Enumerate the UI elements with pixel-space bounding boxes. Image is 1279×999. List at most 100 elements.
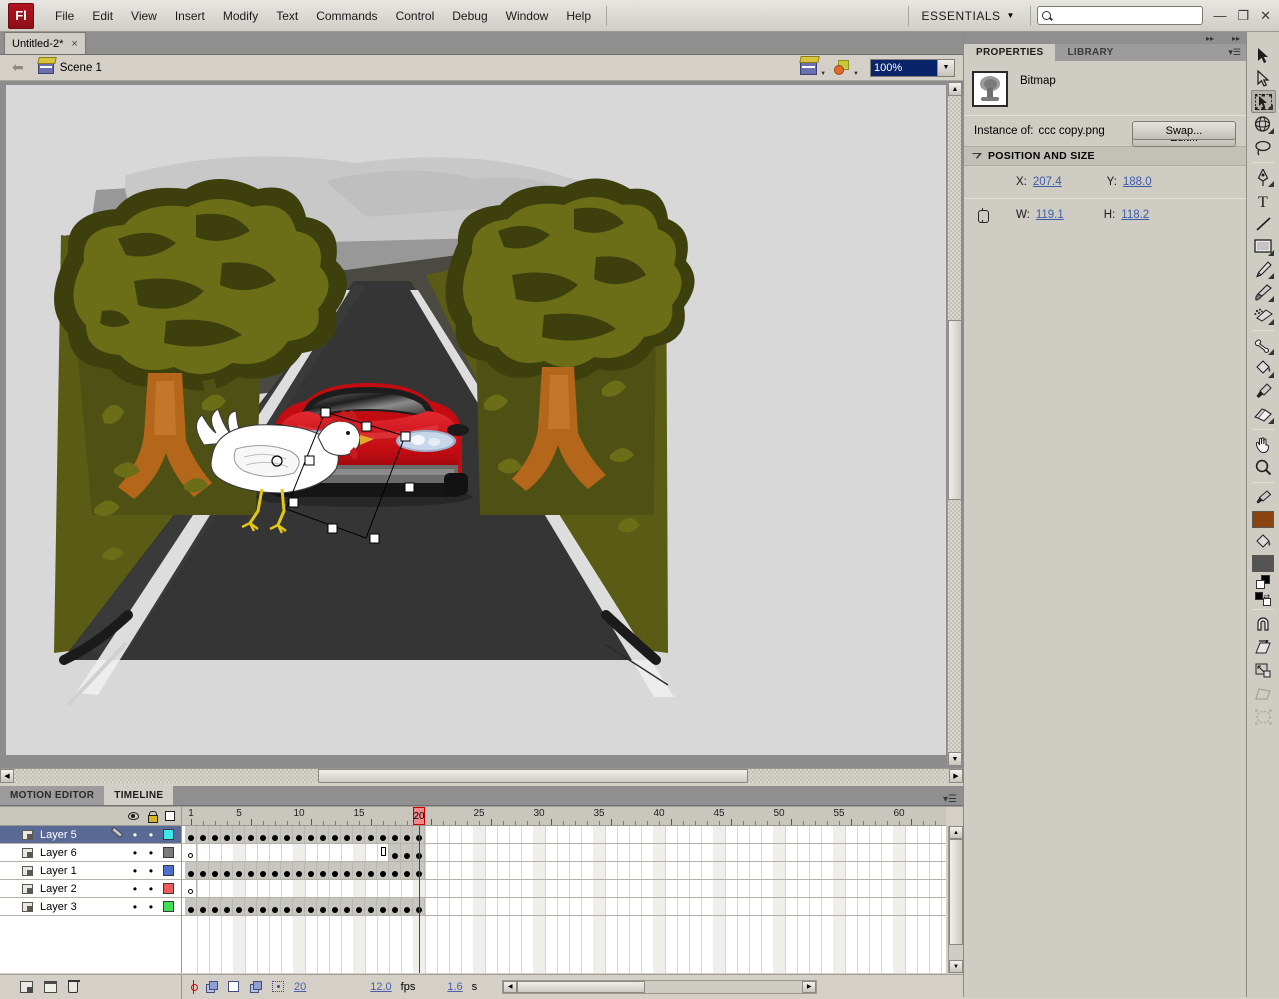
tool-options-triangle-icon[interactable] <box>1267 128 1274 134</box>
layer-outline-color-swatch[interactable] <box>163 847 174 858</box>
frame-cell[interactable] <box>281 862 293 879</box>
layer-row[interactable]: Layer 3 • • <box>0 898 181 916</box>
frame-cell[interactable] <box>341 898 353 915</box>
scroll-down-icon[interactable]: ▼ <box>949 960 963 973</box>
timeline-tab-timeline[interactable]: TIMELINE <box>104 786 174 805</box>
current-frame-value[interactable]: 20 <box>294 981 306 993</box>
frame-cell[interactable] <box>401 844 413 861</box>
frame-row[interactable] <box>182 898 946 916</box>
free-transform-tool[interactable] <box>1250 90 1276 113</box>
layer-name-label[interactable]: Layer 6 <box>40 847 110 859</box>
zoom-level-value[interactable]: 100% <box>871 59 937 76</box>
layer-outline-color-swatch[interactable] <box>163 829 174 840</box>
menu-item-modify[interactable]: Modify <box>214 5 267 27</box>
frame-cell[interactable] <box>389 844 401 861</box>
rectangle-tool[interactable] <box>1251 235 1276 258</box>
layer-visibility-toggle[interactable]: • <box>127 847 143 859</box>
snap-to-objects-icon[interactable] <box>1251 613 1276 636</box>
chevron-down-icon[interactable]: ▼ <box>1007 11 1025 20</box>
lasso-tool[interactable] <box>1251 136 1276 159</box>
menu-item-help[interactable]: Help <box>557 5 600 27</box>
frame-row[interactable] <box>182 844 946 862</box>
onion-skin-outline-icon[interactable] <box>228 980 241 993</box>
document-tab[interactable]: Untitled-2* × <box>4 32 86 54</box>
frame-cell[interactable] <box>353 826 365 843</box>
layer-lock-toggle[interactable]: • <box>143 901 159 913</box>
pen-tool[interactable] <box>1251 166 1276 189</box>
brush-tool[interactable] <box>1251 281 1276 304</box>
back-arrow-icon[interactable]: ⬅ <box>12 59 24 76</box>
frame-cell[interactable] <box>305 898 317 915</box>
text-tool[interactable]: T <box>1251 189 1276 212</box>
close-button[interactable]: ✕ <box>1260 9 1271 22</box>
position-and-size-section-header[interactable]: POSITION AND SIZE <box>964 146 1246 166</box>
frame-cell[interactable] <box>305 862 317 879</box>
layer-lock-toggle[interactable]: • <box>143 883 159 895</box>
timeline-tab-motion-editor[interactable]: MOTION EDITOR <box>0 786 105 805</box>
frame-cell[interactable] <box>209 826 221 843</box>
frame-cell[interactable] <box>269 898 281 915</box>
scroll-down-icon[interactable]: ▼ <box>948 752 962 766</box>
frame-row[interactable] <box>182 826 946 844</box>
frame-cell[interactable] <box>221 898 233 915</box>
layer-outline-color-swatch[interactable] <box>163 901 174 912</box>
layer-visibility-toggle[interactable]: • <box>127 883 143 895</box>
scroll-thumb[interactable] <box>517 980 646 993</box>
menu-item-debug[interactable]: Debug <box>443 5 496 27</box>
playhead-marker[interactable]: 20 <box>413 807 425 825</box>
frame-cell[interactable] <box>221 862 233 879</box>
frame-cell[interactable] <box>185 880 197 897</box>
frame-cell[interactable] <box>185 898 197 915</box>
layer-name-label[interactable]: Layer 1 <box>40 865 110 877</box>
tool-options-triangle-icon[interactable] <box>1267 349 1274 355</box>
menu-item-edit[interactable]: Edit <box>83 5 122 27</box>
stage-horizontal-scrollbar[interactable]: ◀ ▶ <box>0 768 963 783</box>
layer-lock-toggle[interactable]: • <box>143 829 159 841</box>
frame-cell[interactable] <box>209 862 221 879</box>
scene-name-label[interactable]: Scene 1 <box>60 62 102 74</box>
h-value[interactable]: 118.2 <box>1121 209 1149 221</box>
flash-logo-icon[interactable]: Fl <box>8 2 34 29</box>
frame-cell[interactable] <box>269 826 281 843</box>
frame-cell[interactable] <box>233 862 245 879</box>
lock-aspect-ratio-icon[interactable] <box>974 207 991 223</box>
scroll-up-icon[interactable]: ▲ <box>949 826 963 839</box>
layer-visibility-toggle[interactable]: • <box>127 901 143 913</box>
menu-item-insert[interactable]: Insert <box>166 5 214 27</box>
bone-tool[interactable] <box>1251 334 1276 357</box>
frame-cell[interactable] <box>269 862 281 879</box>
selection-tool[interactable] <box>1251 44 1276 67</box>
layer-outline-color-swatch[interactable] <box>163 865 174 876</box>
zoom-level-combo[interactable]: 100% ▼ <box>870 58 955 77</box>
timeline-ruler[interactable]: 151015202530354045505560657075808590920 <box>182 807 946 826</box>
tool-options-triangle-icon[interactable] <box>1267 181 1274 187</box>
fill-color-swatch[interactable] <box>1252 555 1274 572</box>
panel-menu-icon[interactable]: ▾☰ <box>1228 44 1241 61</box>
frame-cell[interactable] <box>293 898 305 915</box>
frame-cell[interactable] <box>281 826 293 843</box>
frame-cell[interactable] <box>365 862 377 879</box>
fps-value[interactable]: 12.0 <box>370 981 391 993</box>
eyedropper-tool[interactable] <box>1251 380 1276 403</box>
tool-options-triangle-icon[interactable] <box>1267 372 1274 378</box>
minimize-button[interactable]: — <box>1213 9 1226 22</box>
layer-list[interactable]: Layer 5 • • Layer 6 • • Layer 1 • • Layer 2 • • Laye… <box>0 826 182 973</box>
outline-icon[interactable] <box>165 811 175 821</box>
stroke-color-swatch[interactable] <box>1252 511 1274 528</box>
eye-icon[interactable] <box>128 812 139 820</box>
search-input[interactable] <box>1037 6 1204 25</box>
chevron-down-icon[interactable]: ▼ <box>820 71 826 77</box>
frame-cell[interactable] <box>377 862 389 879</box>
frame-cell[interactable] <box>185 844 197 861</box>
scroll-left-icon[interactable]: ◀ <box>503 980 518 993</box>
tool-options-triangle-icon[interactable] <box>1267 250 1274 256</box>
frame-cell[interactable] <box>197 862 209 879</box>
menu-item-text[interactable]: Text <box>267 5 307 27</box>
black-and-white-icon[interactable] <box>1256 575 1270 589</box>
scroll-right-icon[interactable]: ▶ <box>949 769 963 783</box>
timeline-horizontal-scrollbar[interactable]: ◀ ▶ <box>502 979 818 994</box>
menu-item-file[interactable]: File <box>46 5 83 27</box>
scroll-thumb[interactable] <box>318 769 748 783</box>
scroll-thumb[interactable] <box>949 839 963 945</box>
edit-symbols-icon[interactable] <box>833 60 850 75</box>
